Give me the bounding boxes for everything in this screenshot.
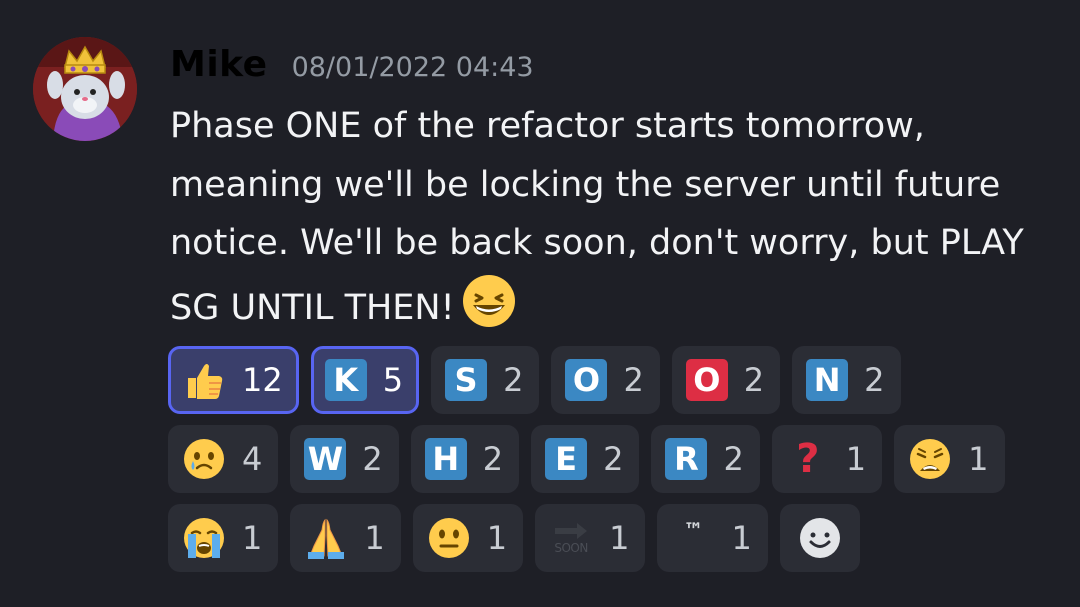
reaction-holding-back-tears[interactable]: 4 [168,425,279,493]
reaction-letter-n[interactable]: N 2 [792,346,901,414]
message-text: Phase ONE of the refactor starts tomorro… [170,106,1024,328]
regional-indicator-w-icon: W [304,438,347,480]
reaction-letter-s[interactable]: S 2 [431,346,540,414]
reaction-count: 1 [731,519,752,557]
message-timestamp: 08/01/2022 04:43 [291,52,534,83]
reaction-letter-k[interactable]: K 5 [310,346,420,414]
reaction-count: 1 [845,440,867,478]
regional-indicator-h-icon: H [424,438,467,480]
reaction-thumbs-up[interactable]: 12 [168,346,299,414]
bunny-king-avatar-image [33,37,137,141]
regional-indicator-o-icon: O [565,359,608,401]
reaction-count: 2 [482,440,504,478]
trade-mark-icon: ™ [683,518,704,542]
reactions-row: 4 W 2 H 2 E 2 R 2 ? 1 1 [168,425,1058,493]
loudly-crying-face-icon [182,516,226,560]
reaction-folded-hands[interactable]: 1 [290,504,401,572]
o-button-blood-type-icon: O [685,359,728,401]
soon-label: SOON [554,541,588,555]
folded-hands-icon [304,516,348,560]
thumbs-up-icon [182,358,226,402]
reaction-question[interactable]: ? 1 [771,425,883,493]
reactions-row: 12 K 5 S 2 O 2 O 2 N 2 [168,346,1058,414]
reaction-count: 1 [968,440,989,478]
reaction-count: 2 [362,440,383,478]
user-avatar[interactable] [33,37,137,141]
reaction-count: 2 [864,361,885,399]
reaction-weary[interactable]: 1 [894,425,1005,493]
reaction-soon[interactable]: SOON 1 [535,504,646,572]
author-name[interactable]: Mike [170,44,268,85]
neutral-face-icon [427,516,471,560]
reaction-count: 1 [364,519,385,557]
reactions-row: 1 1 1 SOON 1 ™ 1 [168,504,1058,572]
reaction-letter-e[interactable]: E 2 [531,425,640,493]
reaction-trade-mark[interactable]: ™ 1 [657,504,768,572]
reaction-letter-o[interactable]: O 2 [551,346,660,414]
reaction-count: 12 [242,361,283,399]
reaction-count: 4 [242,440,263,478]
reaction-letter-h[interactable]: H 2 [410,425,520,493]
reaction-letter-w[interactable]: W 2 [290,425,399,493]
reaction-count: 1 [486,519,508,557]
regional-indicator-k-icon: K [324,359,367,401]
reaction-count: 1 [242,519,263,557]
red-question-mark-icon: ? [796,436,820,482]
message-content: Phase ONE of the refactor starts tomorro… [170,97,1050,347]
reaction-o-button[interactable]: O 2 [671,346,781,414]
regional-indicator-e-icon: E [545,438,588,480]
reaction-neutral[interactable]: 1 [412,504,524,572]
reaction-count: 2 [503,361,524,399]
grinning-squinting-face-icon [461,273,517,348]
message-header: Mike 08/01/2022 04:43 [170,44,534,85]
reaction-count: 1 [609,519,630,557]
weary-face-icon [908,437,952,481]
reaction-loudly-crying[interactable]: 1 [168,504,279,572]
reaction-count: 2 [723,440,744,478]
regional-indicator-r-icon: R [665,438,708,480]
add-reaction-button[interactable] [779,504,860,572]
reaction-count: 5 [382,361,404,399]
face-holding-back-tears-icon [182,437,226,481]
soon-arrow-icon: SOON [549,521,593,555]
regional-indicator-n-icon: N [806,359,849,401]
reactions-bar: 12 K 5 S 2 O 2 O 2 N 2 4 W 2 H 2 E 2 R 2… [168,346,1058,583]
reaction-count: 2 [623,361,644,399]
reaction-count: 2 [603,440,624,478]
reaction-letter-r[interactable]: R 2 [651,425,760,493]
reaction-count: 2 [743,361,765,399]
regional-indicator-s-icon: S [445,359,488,401]
add-reaction-smiley-icon [798,516,842,560]
